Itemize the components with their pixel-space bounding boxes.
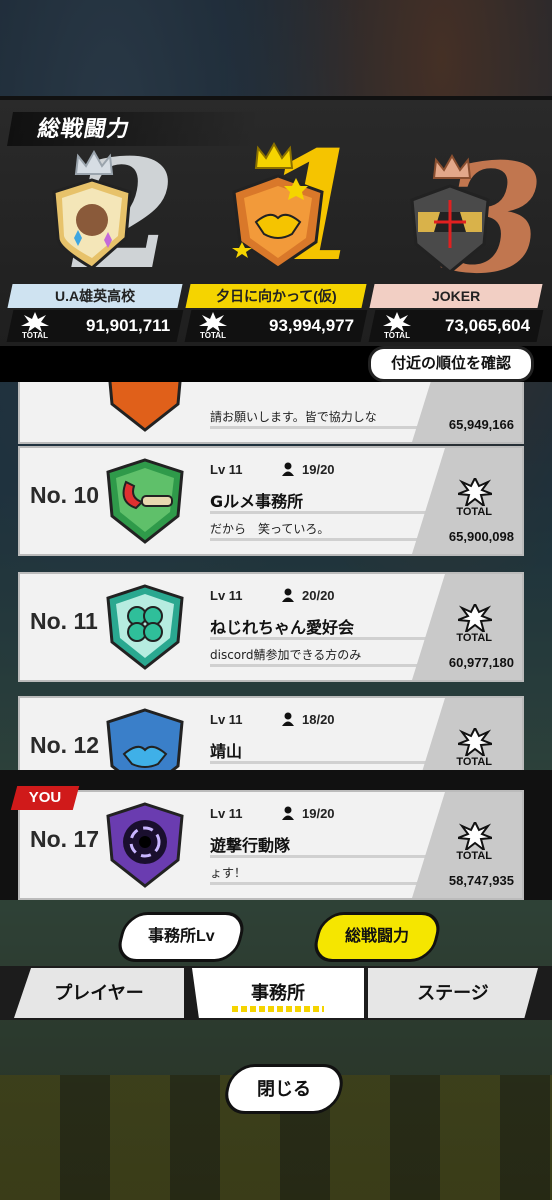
divider [210, 538, 430, 541]
rank-3-total: 73,065,604 [444, 316, 530, 335]
rank-1-total-bar: TOTAL 93,994,977 [184, 310, 368, 342]
office-total: 58,747,935 [448, 873, 514, 888]
tab-stage[interactable]: ステージ [368, 968, 538, 1018]
ranking-list[interactable]: 請お願いします。皆で協力しな 65,949,166 No. 10 Lv 11 1… [0, 382, 552, 770]
total-label: TOTAL [456, 506, 492, 518]
member-count: 20/20 [302, 588, 335, 603]
joker-emblem-icon [410, 184, 490, 274]
divider [210, 761, 430, 764]
member-count: 19/20 [302, 806, 335, 821]
clover-emblem-icon [106, 584, 184, 670]
total-icon [458, 478, 492, 506]
list-item[interactable]: No. 11 Lv 11 20/20 ねじれちゃん愛好会 discord鯖参加で… [18, 572, 524, 682]
divider [210, 664, 430, 667]
office-total: 60,977,180 [448, 655, 514, 670]
total-label: TOTAL [456, 850, 492, 862]
gourmet-emblem-icon [106, 458, 184, 544]
office-message: discord鯖参加できる方のみ [210, 648, 362, 662]
rank-2-total-bar: TOTAL 91,901,711 [6, 310, 184, 342]
member-icon [282, 806, 294, 820]
office-rank: No. 17 [30, 826, 100, 852]
divider [210, 855, 430, 858]
office-level: Lv 11 [210, 462, 243, 477]
member-icon [282, 588, 294, 602]
member-icon [282, 712, 294, 726]
member-icon [282, 462, 294, 476]
handshake-blue-emblem-icon [106, 708, 184, 770]
total-block [412, 382, 522, 442]
office-level: Lv 11 [210, 588, 243, 603]
check-nearby-rank-button[interactable]: 付近の順位を確認 [368, 346, 534, 382]
active-tab-indicator [232, 1006, 324, 1012]
bronze-crown-icon [432, 154, 472, 179]
list-item[interactable]: 請お願いします。皆で協力しな 65,949,166 [18, 382, 524, 444]
silver-crown-icon [74, 150, 114, 175]
total-icon [458, 822, 492, 850]
rank-1-name[interactable]: 夕日に向かって(仮) [185, 284, 367, 308]
total-icon: TOTAL [382, 312, 412, 340]
office-name: 靖山 [210, 742, 243, 761]
office-name: ねじれちゃん愛好会 [210, 618, 355, 637]
divider [210, 637, 430, 640]
office-rank: No. 12 [30, 732, 100, 758]
office-name: Gルメ事務所 [210, 492, 304, 511]
office-rank: No. 11 [30, 608, 98, 634]
tab-player[interactable]: プレイヤー [14, 968, 184, 1018]
office-message: 請お願いします。皆で協力しな [210, 410, 377, 424]
orange-emblem-icon [108, 382, 182, 432]
rank-2-total: 91,901,711 [85, 316, 170, 335]
gold-crown-icon [254, 142, 294, 169]
member-count: 18/20 [302, 712, 335, 727]
office-rank: No. 10 [30, 482, 100, 508]
office-total: 65,949,166 [448, 417, 514, 432]
divider [210, 882, 430, 885]
office-message: だから 笑っていろ。 [210, 522, 330, 536]
office-name: 遊撃行動隊 [210, 836, 291, 855]
divider [210, 426, 430, 429]
rank-2-name[interactable]: U.A雄英高校 [7, 284, 183, 308]
divider [210, 511, 430, 514]
list-item[interactable]: No. 10 Lv 11 19/20 Gルメ事務所 だから 笑っていろ。 TOT… [18, 446, 524, 556]
office-level: Lv 11 [210, 806, 243, 821]
vortex-emblem-icon [106, 802, 184, 888]
my-office-card[interactable]: No. 17 Lv 11 19/20 遊撃行動隊 ょす！ TOTAL 58,74… [18, 790, 524, 900]
member-count: 19/20 [302, 462, 335, 477]
sort-total-power-tab[interactable]: 総戦闘力 [309, 912, 445, 962]
total-label: TOTAL [456, 756, 492, 768]
rank-3-name[interactable]: JOKER [369, 284, 543, 308]
office-message: ょす！ [210, 866, 247, 880]
tab-office[interactable]: 事務所 [192, 968, 364, 1018]
close-button[interactable]: 閉じる [220, 1064, 348, 1114]
office-total: 65,900,098 [448, 529, 514, 544]
handshake-emblem-icon [232, 174, 324, 270]
list-item[interactable]: No. 12 Lv 11 18/20 靖山 TOTAL [18, 696, 524, 770]
office-level: Lv 11 [210, 712, 243, 727]
total-icon: TOTAL [198, 312, 228, 340]
sort-office-level-tab[interactable]: 事務所Lv [113, 912, 249, 962]
rank-1-total: 93,994,977 [268, 316, 354, 335]
total-icon [458, 604, 492, 632]
total-icon: TOTAL [20, 312, 50, 340]
rank-3-total-bar: TOTAL 73,065,604 [368, 310, 544, 342]
total-icon [458, 728, 492, 756]
you-badge: YOU [10, 786, 80, 810]
total-label: TOTAL [456, 632, 492, 644]
ua-emblem-icon [52, 178, 132, 270]
